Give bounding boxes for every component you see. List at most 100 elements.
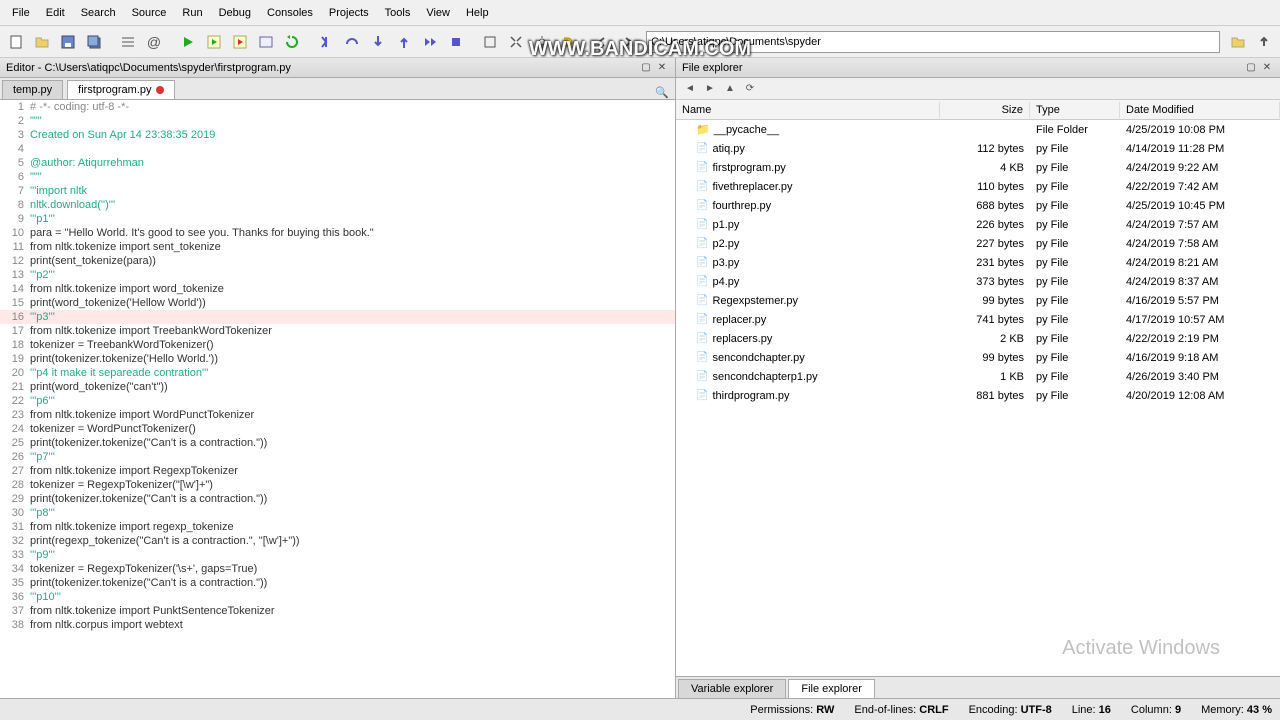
stop-debug-button[interactable] — [444, 30, 468, 54]
file-row[interactable]: 📄fourthrep.py688 bytespy File4/25/2019 1… — [676, 196, 1280, 215]
folder-icon: 📁 — [696, 123, 710, 136]
sb-memory: Memory: 43 % — [1201, 704, 1272, 716]
file-icon: 📄 — [696, 219, 708, 230]
file-row[interactable]: 📁__pycache__File Folder4/25/2019 10:08 P… — [676, 120, 1280, 139]
file-row[interactable]: 📄sencondchapter.py99 bytespy File4/16/20… — [676, 348, 1280, 367]
file-icon: 📄 — [696, 257, 708, 268]
maximize-icon[interactable]: ▢ — [639, 61, 653, 75]
step-into-button[interactable] — [366, 30, 390, 54]
menu-help[interactable]: Help — [458, 3, 497, 23]
file-row[interactable]: 📄sencondchapterp1.py1 KBpy File4/26/2019… — [676, 367, 1280, 386]
file-explorer-pane: File explorer ▢ ✕ ◄ ► ▲ ⟳ Name Size Type… — [676, 58, 1280, 698]
code-editor[interactable]: 1# -*- coding: utf-8 -*-2"""3Created on … — [0, 100, 675, 698]
file-row[interactable]: 📄p1.py226 bytespy File4/24/2019 7:57 AM — [676, 215, 1280, 234]
dirty-indicator-icon — [156, 86, 164, 94]
file-icon: 📄 — [696, 352, 708, 363]
preferences-button[interactable] — [530, 30, 554, 54]
explorer-toolbar: ◄ ► ▲ ⟳ — [676, 78, 1280, 100]
debug-button[interactable] — [314, 30, 338, 54]
file-row[interactable]: 📄p2.py227 bytespy File4/24/2019 7:58 AM — [676, 234, 1280, 253]
next-icon[interactable]: ► — [702, 81, 718, 97]
maximize-icon[interactable]: ▢ — [1244, 61, 1258, 75]
bottom-tab-variable-explorer[interactable]: Variable explorer — [678, 679, 786, 698]
file-row[interactable]: 📄firstprogram.py4 KBpy File4/24/2019 9:2… — [676, 158, 1280, 177]
browse-dir-button[interactable] — [1226, 30, 1250, 54]
file-list-header[interactable]: Name Size Type Date Modified — [676, 100, 1280, 120]
file-row[interactable]: 📄replacers.py2 KBpy File4/22/2019 2:19 P… — [676, 329, 1280, 348]
menu-run[interactable]: Run — [174, 3, 210, 23]
menu-source[interactable]: Source — [124, 3, 175, 23]
editor-title: Editor - C:\Users\atiqpc\Documents\spyde… — [6, 62, 291, 74]
tab-temp-py[interactable]: temp.py — [2, 80, 63, 99]
forward-button[interactable] — [616, 30, 640, 54]
step-out-button[interactable] — [392, 30, 416, 54]
menu-consoles[interactable]: Consoles — [259, 3, 321, 23]
run-button[interactable] — [176, 30, 200, 54]
sb-eol: End-of-lines: CRLF — [854, 704, 948, 716]
editor-pane: Editor - C:\Users\atiqpc\Documents\spyde… — [0, 58, 676, 698]
tab-browse-icon[interactable]: 🔍 — [649, 86, 675, 99]
maximize-pane-button[interactable] — [478, 30, 502, 54]
file-icon: 📄 — [696, 371, 708, 382]
prev-icon[interactable]: ◄ — [682, 81, 698, 97]
menu-view[interactable]: View — [418, 3, 458, 23]
editor-header: Editor - C:\Users\atiqpc\Documents\spyde… — [0, 58, 675, 78]
outline-button[interactable] — [116, 30, 140, 54]
save-all-button[interactable] — [82, 30, 106, 54]
run-cell-button[interactable] — [202, 30, 226, 54]
statusbar: Permissions: RW End-of-lines: CRLF Encod… — [0, 698, 1280, 720]
working-dir-input[interactable] — [646, 31, 1220, 53]
file-row[interactable]: 📄atiq.py112 bytespy File4/14/2019 11:28 … — [676, 139, 1280, 158]
bottom-tab-file-explorer[interactable]: File explorer — [788, 679, 875, 698]
continue-button[interactable] — [418, 30, 442, 54]
sb-encoding: Encoding: UTF-8 — [969, 704, 1052, 716]
file-icon: 📄 — [696, 162, 708, 173]
run-cell-advance-button[interactable] — [228, 30, 252, 54]
menubar: FileEditSearchSourceRunDebugConsolesProj… — [0, 0, 1280, 26]
python-path-button[interactable] — [556, 30, 580, 54]
menu-search[interactable]: Search — [73, 3, 124, 23]
file-icon: 📄 — [696, 333, 708, 344]
explorer-title: File explorer — [682, 62, 743, 74]
menu-tools[interactable]: Tools — [377, 3, 419, 23]
editor-tabs: temp.pyfirstprogram.py 🔍 — [0, 78, 675, 100]
file-row[interactable]: 📄Regexpstemer.py99 bytespy File4/16/2019… — [676, 291, 1280, 310]
tab-firstprogram-py[interactable]: firstprogram.py — [67, 80, 174, 99]
fullscreen-button[interactable] — [504, 30, 528, 54]
new-file-button[interactable] — [4, 30, 28, 54]
up-icon[interactable]: ▲ — [722, 81, 738, 97]
file-row[interactable]: 📄fivethreplacer.py110 bytespy File4/22/2… — [676, 177, 1280, 196]
file-row[interactable]: 📄replacer.py741 bytespy File4/17/2019 10… — [676, 310, 1280, 329]
col-name[interactable]: Name — [676, 102, 940, 118]
step-over-button[interactable] — [340, 30, 364, 54]
file-row[interactable]: 📄p3.py231 bytespy File4/24/2019 8:21 AM — [676, 253, 1280, 272]
menu-projects[interactable]: Projects — [321, 3, 377, 23]
file-row[interactable]: 📄thirdprogram.py881 bytespy File4/20/201… — [676, 386, 1280, 405]
file-icon: 📄 — [696, 181, 708, 192]
at-button[interactable]: @ — [142, 30, 166, 54]
file-icon: 📄 — [696, 200, 708, 211]
sb-permissions: Permissions: RW — [750, 704, 834, 716]
menu-edit[interactable]: Edit — [38, 3, 73, 23]
parent-dir-button[interactable] — [1252, 30, 1276, 54]
file-icon: 📄 — [696, 390, 708, 401]
menu-file[interactable]: File — [4, 3, 38, 23]
close-icon[interactable]: ✕ — [1260, 61, 1274, 75]
file-icon: 📄 — [696, 238, 708, 249]
back-button[interactable] — [590, 30, 614, 54]
main-toolbar: @ — [0, 26, 1280, 58]
col-date[interactable]: Date Modified — [1120, 102, 1280, 118]
file-icon: 📄 — [696, 314, 708, 325]
open-file-button[interactable] — [30, 30, 54, 54]
col-type[interactable]: Type — [1030, 102, 1120, 118]
save-button[interactable] — [56, 30, 80, 54]
close-icon[interactable]: ✕ — [655, 61, 669, 75]
col-size[interactable]: Size — [940, 102, 1030, 118]
rerun-button[interactable] — [280, 30, 304, 54]
refresh-icon[interactable]: ⟳ — [742, 81, 758, 97]
file-icon: 📄 — [696, 276, 708, 287]
run-selection-button[interactable] — [254, 30, 278, 54]
file-row[interactable]: 📄p4.py373 bytespy File4/24/2019 8:37 AM — [676, 272, 1280, 291]
menu-debug[interactable]: Debug — [211, 3, 259, 23]
sb-line: Line: 16 — [1072, 704, 1111, 716]
